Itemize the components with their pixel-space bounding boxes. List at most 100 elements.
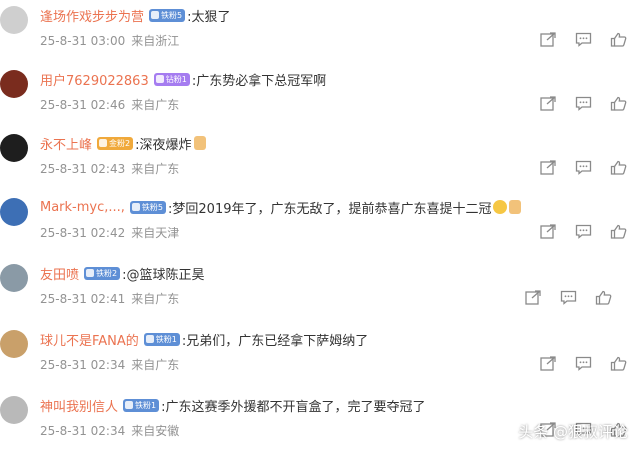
comment-time: 25-8-31 02:34 bbox=[40, 358, 126, 372]
username-link[interactable]: Mark-myc,..., bbox=[40, 200, 125, 215]
like-icon[interactable] bbox=[610, 356, 627, 371]
comment-meta: 25-8-31 02:42 来自天津 bbox=[40, 224, 179, 241]
fan-badge: 铁粉1 bbox=[123, 398, 160, 412]
comment-icon[interactable] bbox=[560, 290, 577, 305]
like-icon[interactable] bbox=[595, 290, 612, 305]
badge-icon bbox=[145, 335, 154, 343]
comment-icon[interactable] bbox=[575, 356, 592, 371]
comment-meta: 25-8-31 02:43 来自广东 bbox=[40, 160, 179, 177]
badge-icon bbox=[86, 269, 95, 277]
badge-label: 钻粉1 bbox=[165, 74, 187, 84]
thumbs-up-emoji-icon bbox=[193, 136, 206, 150]
username-link[interactable]: 友田喷 bbox=[40, 264, 79, 283]
share-icon[interactable] bbox=[540, 356, 557, 371]
comment-text: :@篮球陈正昊 bbox=[122, 267, 205, 283]
comment-header: 友田喷 铁粉2 :@篮球陈正昊 bbox=[40, 262, 205, 284]
badge-icon bbox=[151, 11, 160, 19]
fan-badge: 金粉2 bbox=[97, 136, 134, 150]
comment-time: 25-8-31 02:34 bbox=[40, 424, 126, 438]
comment-actions bbox=[540, 32, 627, 47]
comment-text: :兄弟们，广东已经拿下萨姆纳了 bbox=[181, 333, 369, 349]
comment-icon[interactable] bbox=[575, 224, 592, 239]
fan-badge: 铁粉5 bbox=[149, 8, 186, 22]
avatar[interactable] bbox=[0, 396, 28, 424]
username-link[interactable]: 逢场作戏步步为营 bbox=[40, 6, 144, 25]
comment-location: 来自广东 bbox=[131, 162, 180, 176]
comment-text: :广东这赛季外援都不开盲盒了，完了要夺冠了 bbox=[161, 399, 426, 415]
share-icon[interactable] bbox=[540, 32, 557, 47]
comment-time: 25-8-31 02:43 bbox=[40, 162, 126, 176]
comment-icon[interactable] bbox=[575, 96, 592, 111]
fan-badge: 铁粉5 bbox=[129, 200, 167, 214]
comment-location: 来自广东 bbox=[131, 358, 180, 372]
badge-icon bbox=[155, 75, 164, 83]
comment-time: 25-8-31 02:41 bbox=[40, 292, 126, 306]
watermark: 头条 @狠叔评论 bbox=[518, 423, 628, 441]
like-icon[interactable] bbox=[610, 224, 627, 239]
avatar[interactable] bbox=[0, 198, 28, 226]
username-link[interactable]: 用户7629022863 bbox=[40, 70, 149, 89]
username-link[interactable]: 神叫我别信人 bbox=[40, 396, 118, 415]
comment-actions bbox=[525, 290, 612, 305]
badge-label: 铁粉5 bbox=[141, 202, 164, 212]
comment-location: 来自天津 bbox=[131, 226, 180, 240]
comment-icon[interactable] bbox=[575, 160, 592, 175]
comment-item: 用户7629022863 钻粉1 :广东势必拿下总冠军啊 25-8-31 02:… bbox=[0, 68, 640, 132]
avatar[interactable] bbox=[0, 264, 28, 292]
comment-header: 球儿不是FANA的 铁粉1 :兄弟们，广东已经拿下萨姆纳了 bbox=[40, 328, 368, 350]
comment-meta: 25-8-31 02:34 来自安徽 bbox=[40, 422, 179, 439]
comment-header: Mark-myc,..., 铁粉5 :梦回2019年了，广东无敌了，提前恭喜广东… bbox=[40, 196, 522, 218]
comment-text: :广东势必拿下总冠军啊 bbox=[191, 73, 327, 89]
fan-badge: 钻粉1 bbox=[153, 72, 190, 86]
badge-label: 铁粉1 bbox=[135, 400, 157, 410]
fan-badge: 铁粉1 bbox=[143, 332, 180, 346]
share-icon[interactable] bbox=[540, 96, 557, 111]
like-icon[interactable] bbox=[610, 96, 627, 111]
comment-actions bbox=[540, 160, 627, 175]
username-link[interactable]: 永不上峰 bbox=[40, 134, 92, 153]
smile-emoji-icon bbox=[493, 200, 508, 214]
comment-location: 来自浙江 bbox=[131, 34, 180, 48]
comment-actions bbox=[540, 224, 627, 239]
comment-meta: 25-8-31 02:34 来自广东 bbox=[40, 356, 179, 373]
avatar[interactable] bbox=[0, 134, 28, 162]
username-link[interactable]: 球儿不是FANA的 bbox=[40, 330, 139, 349]
comment-time: 25-8-31 02:42 bbox=[40, 226, 126, 240]
comment-item: 永不上峰 金粉2 :深夜爆炸 25-8-31 02:43 来自广东 bbox=[0, 132, 640, 196]
comment-meta: 25-8-31 03:00 来自浙江 bbox=[40, 32, 179, 49]
like-icon[interactable] bbox=[610, 32, 627, 47]
comment-text: :深夜爆炸 bbox=[135, 137, 192, 153]
comment-item: 球儿不是FANA的 铁粉1 :兄弟们，广东已经拿下萨姆纳了 25-8-31 02… bbox=[0, 328, 640, 392]
avatar[interactable] bbox=[0, 330, 28, 358]
comment-location: 来自安徽 bbox=[131, 424, 180, 438]
comment-header: 用户7629022863 钻粉1 :广东势必拿下总冠军啊 bbox=[40, 68, 326, 90]
avatar[interactable] bbox=[0, 6, 28, 34]
badge-icon bbox=[131, 203, 140, 211]
comment-meta: 25-8-31 02:46 来自广东 bbox=[40, 96, 179, 113]
comment-time: 25-8-31 02:46 bbox=[40, 98, 126, 112]
like-icon[interactable] bbox=[610, 160, 627, 175]
comment-item: Mark-myc,..., 铁粉5 :梦回2019年了，广东无敌了，提前恭喜广东… bbox=[0, 196, 640, 260]
badge-label: 铁粉5 bbox=[161, 10, 183, 20]
share-icon[interactable] bbox=[540, 224, 557, 239]
badge-label: 金粉2 bbox=[109, 138, 131, 148]
share-icon[interactable] bbox=[540, 160, 557, 175]
comment-header: 逢场作戏步步为营 铁粉5 :太狠了 bbox=[40, 4, 231, 26]
comment-location: 来自广东 bbox=[131, 292, 180, 306]
comment-actions bbox=[540, 96, 627, 111]
badge-icon bbox=[99, 139, 108, 147]
comment-meta: 25-8-31 02:41 来自广东 bbox=[40, 290, 179, 307]
comment-actions bbox=[540, 356, 627, 371]
comment-text: :梦回2019年了，广东无敌了，提前恭喜广东喜提十二冠 bbox=[168, 201, 492, 217]
comment-header: 永不上峰 金粉2 :深夜爆炸 bbox=[40, 132, 206, 154]
comment-location: 来自广东 bbox=[131, 98, 180, 112]
comment-item: 友田喷 铁粉2 :@篮球陈正昊 25-8-31 02:41 来自广东 bbox=[0, 262, 640, 326]
share-icon[interactable] bbox=[525, 290, 542, 305]
badge-label: 铁粉2 bbox=[96, 268, 118, 278]
comment-icon[interactable] bbox=[575, 32, 592, 47]
comment-item: 逢场作戏步步为营 铁粉5 :太狠了 25-8-31 03:00 来自浙江 bbox=[0, 4, 640, 68]
thumbs-up-emoji-icon bbox=[509, 200, 522, 214]
badge-label: 铁粉1 bbox=[155, 334, 177, 344]
comment-time: 25-8-31 03:00 bbox=[40, 34, 126, 48]
avatar[interactable] bbox=[0, 70, 28, 98]
